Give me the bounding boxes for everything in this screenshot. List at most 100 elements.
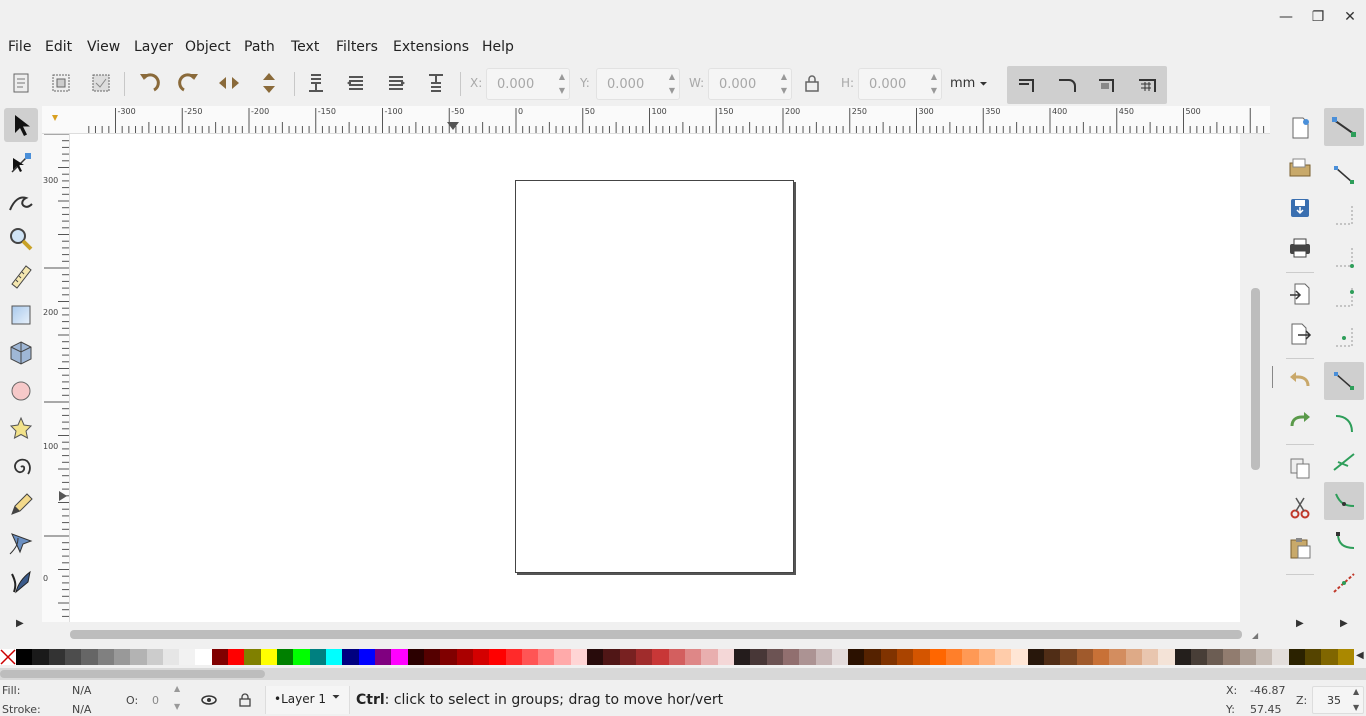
color-swatch[interactable] xyxy=(1141,649,1159,665)
cut-icon[interactable] xyxy=(1286,494,1314,522)
flip-horizontal-icon[interactable] xyxy=(216,70,242,96)
color-swatch[interactable] xyxy=(913,649,931,665)
snap-midpoints-icon[interactable] xyxy=(1324,564,1364,602)
color-swatch[interactable] xyxy=(1256,649,1273,665)
menu-text[interactable]: Text xyxy=(291,39,319,55)
color-swatch[interactable] xyxy=(342,649,360,665)
panel-handle[interactable] xyxy=(1272,366,1273,388)
raise-icon[interactable] xyxy=(383,70,409,96)
import-icon[interactable] xyxy=(1286,280,1314,308)
y-input[interactable]: 0.000 ▲ ▼ xyxy=(596,68,680,100)
color-swatch[interactable] xyxy=(652,649,670,665)
color-swatch[interactable] xyxy=(472,649,490,665)
document-page[interactable] xyxy=(515,180,794,573)
snap-smooth-nodes-icon[interactable] xyxy=(1324,524,1364,562)
star-tool[interactable] xyxy=(4,412,38,446)
drawing-canvas[interactable] xyxy=(70,134,1240,622)
w-increment[interactable]: ▲ xyxy=(781,72,787,81)
layer-visibility-icon[interactable] xyxy=(200,693,218,707)
color-swatch[interactable] xyxy=(1043,649,1061,665)
current-layer-select[interactable]: •Layer 1 ⏷ xyxy=(265,686,350,714)
opacity-decrement[interactable]: ▼ xyxy=(174,702,180,711)
color-swatch[interactable] xyxy=(358,649,376,665)
transform-patterns-icon[interactable] xyxy=(1135,74,1159,96)
vertical-scrollbar[interactable] xyxy=(1248,134,1262,622)
menu-extensions[interactable]: Extensions xyxy=(393,39,469,55)
color-swatch[interactable] xyxy=(407,649,425,665)
new-document-icon[interactable] xyxy=(1286,114,1314,142)
color-swatch[interactable] xyxy=(423,649,441,665)
color-swatch[interactable] xyxy=(326,649,343,665)
color-swatch[interactable] xyxy=(766,649,784,665)
color-swatch[interactable] xyxy=(374,649,392,665)
color-swatch[interactable] xyxy=(848,649,865,665)
color-swatch[interactable] xyxy=(293,649,311,665)
menu-filters[interactable]: Filters xyxy=(336,39,378,55)
color-swatch[interactable] xyxy=(440,649,458,665)
undo-icon[interactable] xyxy=(1286,366,1314,394)
color-swatch[interactable] xyxy=(538,649,555,665)
palette-scrollbar[interactable] xyxy=(0,668,1366,680)
commands-overflow-icon[interactable]: ▶ xyxy=(1296,618,1304,629)
w-decrement[interactable]: ▼ xyxy=(781,86,787,95)
select-all-icon[interactable] xyxy=(8,70,34,96)
color-swatch[interactable] xyxy=(831,649,849,665)
raise-to-top-icon[interactable] xyxy=(423,70,449,96)
color-swatch[interactable] xyxy=(1174,649,1192,665)
color-swatch[interactable] xyxy=(897,649,914,665)
zoom-decrement[interactable]: ▼ xyxy=(1353,703,1359,712)
scale-stroke-icon[interactable] xyxy=(1015,74,1039,96)
lock-icon[interactable] xyxy=(802,72,822,94)
color-swatch[interactable] xyxy=(733,649,751,665)
rotate-ccw-icon[interactable] xyxy=(136,70,162,96)
x-increment[interactable]: ▲ xyxy=(559,72,565,81)
color-swatch[interactable] xyxy=(277,649,294,665)
snap-bbox-icon[interactable] xyxy=(1324,156,1364,194)
y-decrement[interactable]: ▼ xyxy=(669,86,675,95)
color-swatch[interactable] xyxy=(97,649,115,665)
color-swatch[interactable] xyxy=(685,649,702,665)
horizontal-scrollbar[interactable] xyxy=(70,628,1242,640)
color-swatch[interactable] xyxy=(799,649,817,665)
deselect-icon[interactable] xyxy=(88,70,114,96)
no-paint-swatch[interactable] xyxy=(0,649,16,665)
snap-bbox-edges-icon[interactable] xyxy=(1324,196,1364,234)
opacity-spin[interactable]: 0 ▲ ▼ xyxy=(140,684,188,714)
color-swatch[interactable] xyxy=(1190,649,1208,665)
zoom-increment[interactable]: ▲ xyxy=(1353,687,1359,696)
color-swatch[interactable] xyxy=(619,649,637,665)
color-swatch[interactable] xyxy=(228,649,245,665)
color-swatch[interactable] xyxy=(489,649,506,665)
color-swatch[interactable] xyxy=(260,649,278,665)
menu-view[interactable]: View xyxy=(87,39,120,55)
snap-overflow-icon[interactable]: ▶ xyxy=(1340,618,1348,629)
color-swatch[interactable] xyxy=(554,649,572,665)
3d-box-tool[interactable] xyxy=(4,336,38,370)
zoom-input[interactable]: 35 ▲ ▼ xyxy=(1312,686,1364,714)
color-swatch[interactable] xyxy=(1109,649,1127,665)
color-swatch[interactable] xyxy=(668,649,686,665)
color-swatch[interactable] xyxy=(815,649,833,665)
color-swatch[interactable] xyxy=(1305,649,1322,665)
color-swatch[interactable] xyxy=(179,649,196,665)
color-swatch[interactable] xyxy=(636,649,653,665)
color-swatch[interactable] xyxy=(195,649,213,665)
lower-to-bottom-icon[interactable] xyxy=(303,70,329,96)
color-swatch[interactable] xyxy=(864,649,882,665)
color-swatch[interactable] xyxy=(521,649,539,665)
pen-tool[interactable] xyxy=(4,526,38,560)
color-swatch[interactable] xyxy=(587,649,604,665)
select-all-layers-icon[interactable] xyxy=(48,70,74,96)
snap-nodes-button[interactable] xyxy=(1324,362,1364,400)
menu-layer[interactable]: Layer xyxy=(134,39,173,55)
calligraphy-tool[interactable] xyxy=(4,564,38,598)
color-swatch[interactable] xyxy=(1272,649,1290,665)
h-input[interactable]: 0.000 ▲ ▼ xyxy=(858,68,942,100)
scale-corners-icon[interactable] xyxy=(1055,74,1079,96)
measure-tool[interactable] xyxy=(4,260,38,294)
color-swatch[interactable] xyxy=(1321,649,1339,665)
minimize-button[interactable]: — xyxy=(1274,6,1298,28)
color-swatch[interactable] xyxy=(603,649,621,665)
toolbox-overflow-icon[interactable]: ▶ xyxy=(16,618,24,629)
color-swatch[interactable] xyxy=(782,649,800,665)
